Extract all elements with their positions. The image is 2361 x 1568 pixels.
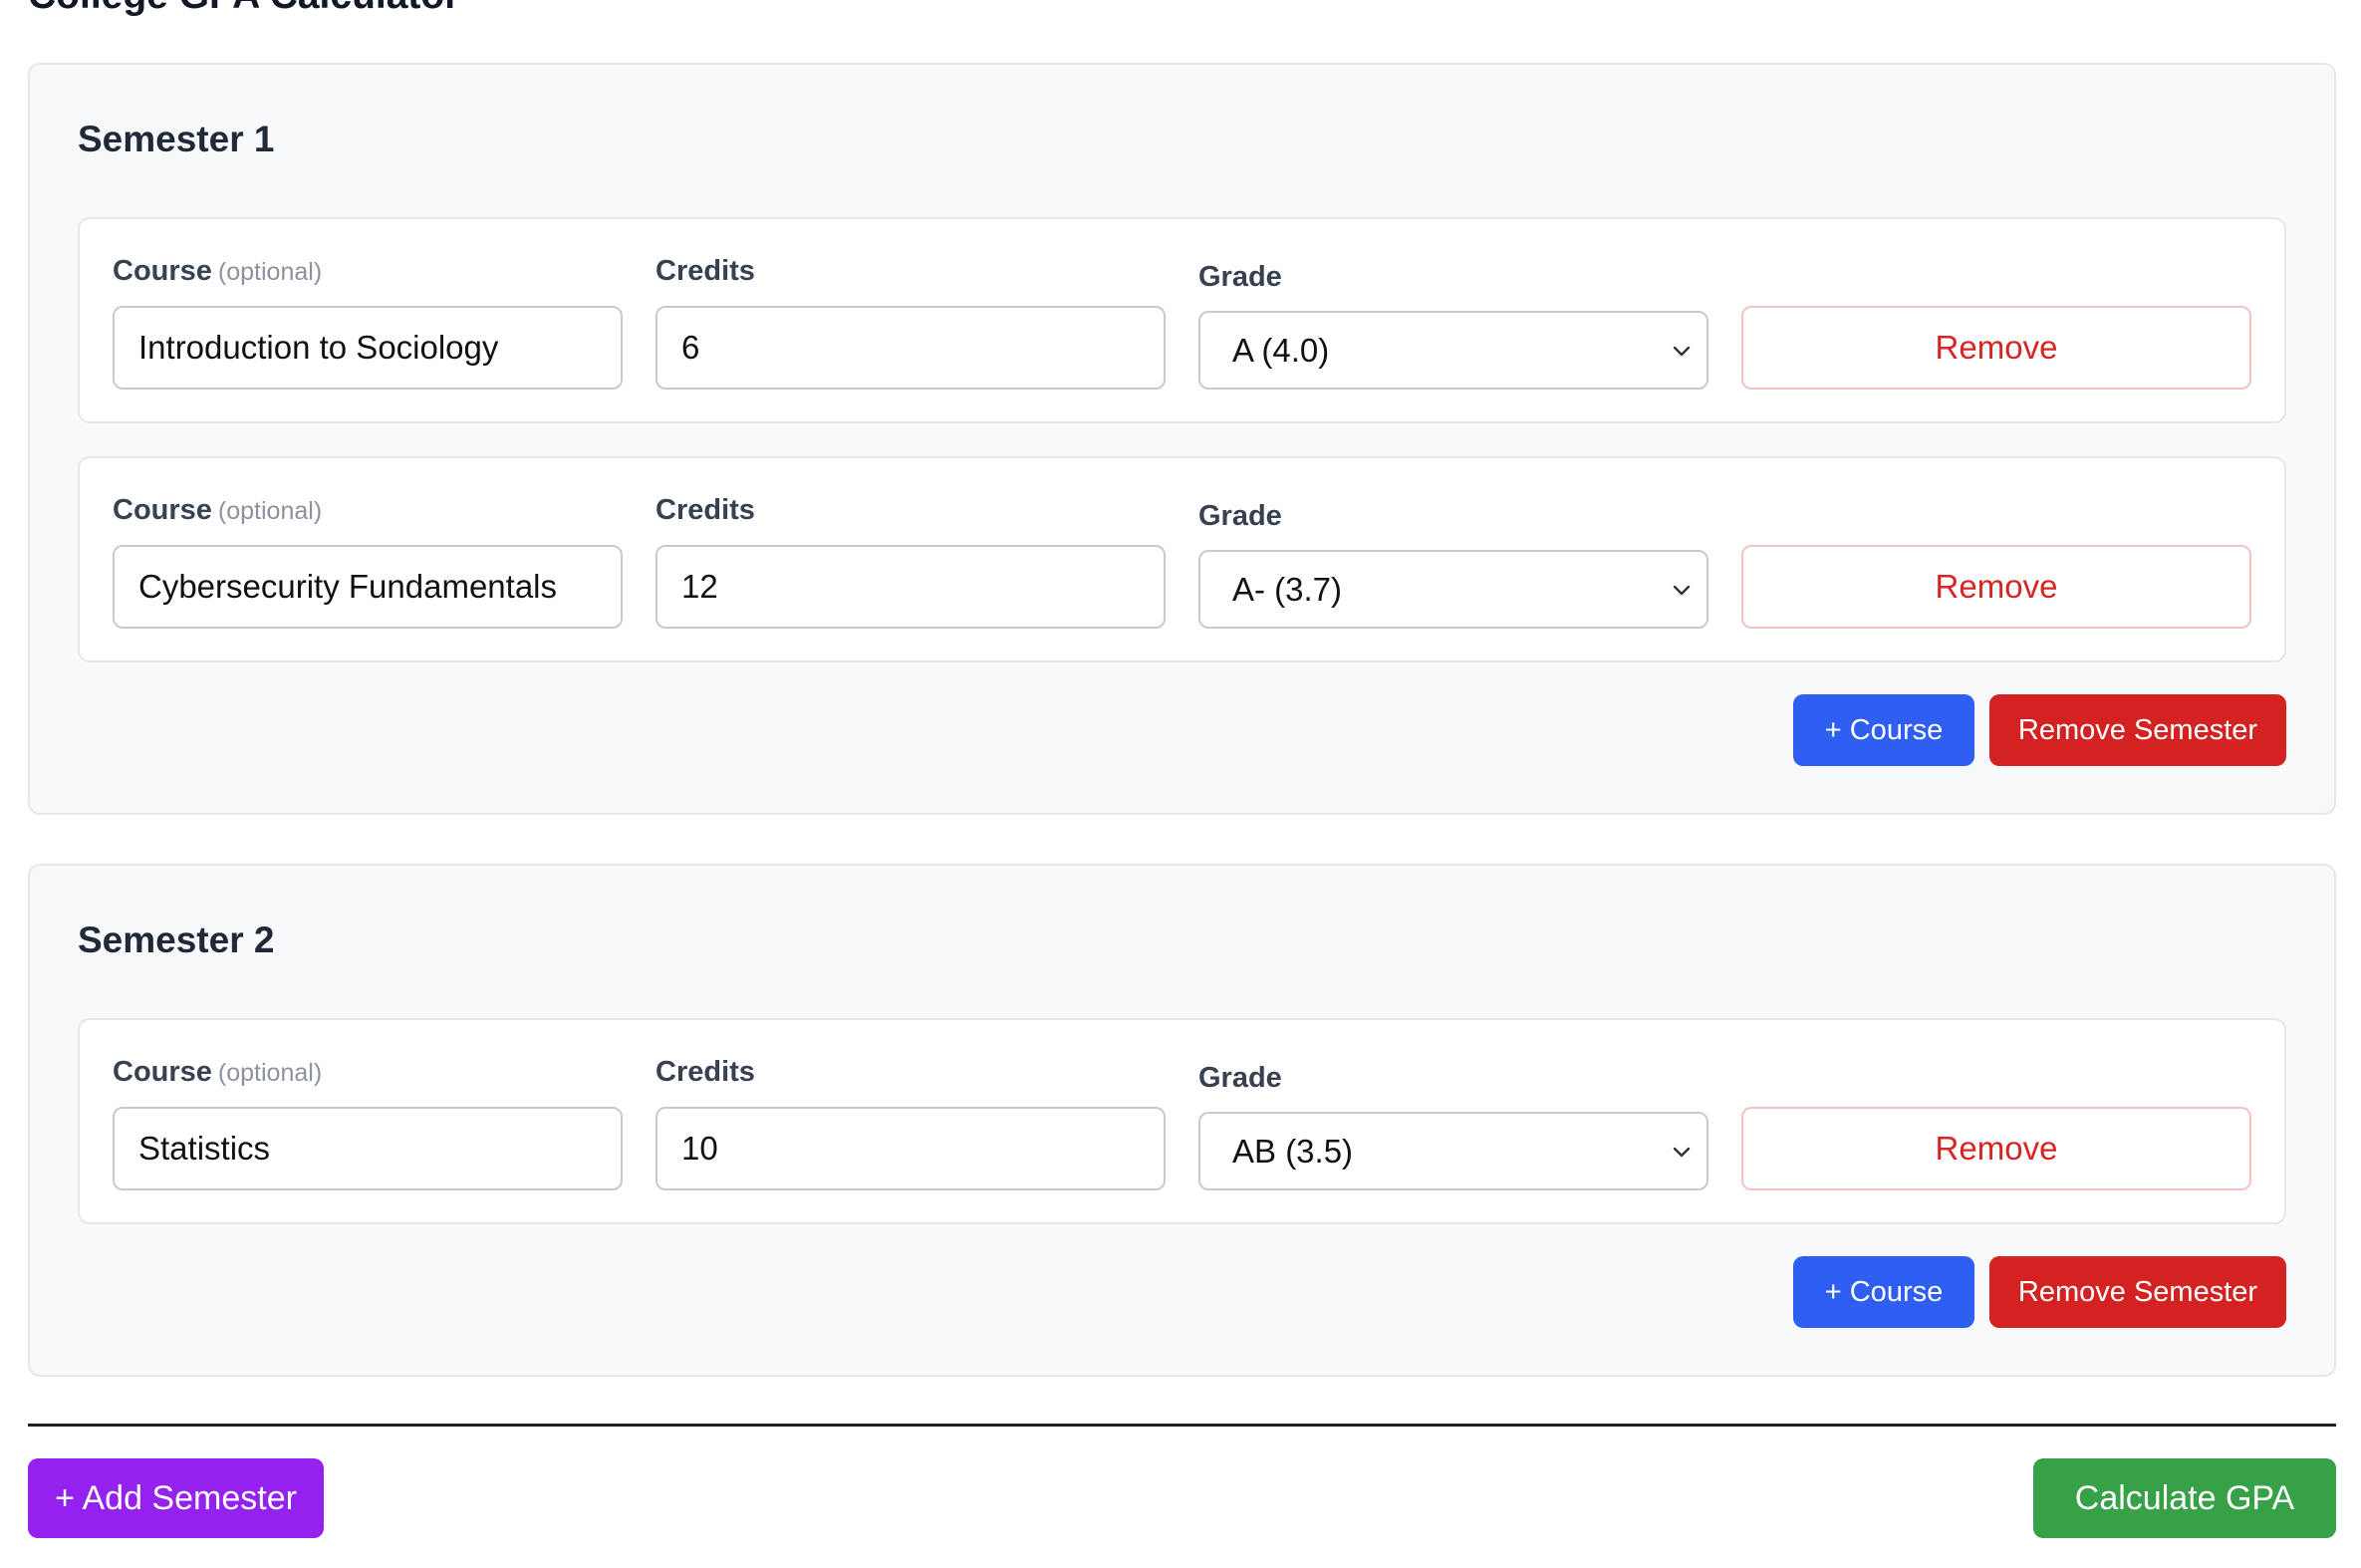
add-course-button[interactable]: + Course (1793, 1256, 1974, 1328)
remove-course-button[interactable]: Remove (1741, 1107, 2251, 1190)
credits-input[interactable] (656, 1107, 1166, 1190)
calculate-gpa-button[interactable]: Calculate GPA (2033, 1458, 2336, 1538)
semester-card-2: Semester 2 Course(optional) Credits Grad… (28, 864, 2336, 1377)
optional-hint: (optional) (217, 497, 323, 525)
remove-course-button[interactable]: Remove (1741, 545, 2251, 629)
course-label-text: Course (113, 494, 212, 526)
credits-label: Credits (656, 1056, 755, 1088)
semester-title: Semester 2 (78, 919, 275, 960)
optional-hint: (optional) (217, 1059, 323, 1087)
course-label-text: Course (113, 1056, 212, 1088)
credits-label: Credits (656, 255, 755, 287)
grade-selected-value: AB (3.5) (1232, 1132, 1354, 1170)
course-name-input[interactable] (113, 545, 623, 629)
grade-select[interactable]: AB (3.5) (1198, 1112, 1708, 1190)
chevron-down-icon (1673, 1147, 1691, 1157)
grade-label: Grade (1198, 261, 1282, 293)
course-row: Course(optional) Credits Grade A- (3.7) … (78, 456, 2286, 662)
semester-title: Semester 1 (78, 119, 275, 159)
remove-semester-button[interactable]: Remove Semester (1989, 694, 2286, 766)
grade-selected-value: A- (3.7) (1232, 570, 1343, 608)
course-label: Course (optional) (113, 255, 322, 288)
gpa-calculator-page: College GPA Calculator Semester 1 Course… (0, 0, 2361, 1568)
credits-input[interactable] (656, 545, 1166, 629)
semester-card-1: Semester 1 Course(optional) Credits Grad… (28, 63, 2336, 815)
course-label: Course (optional) (113, 1056, 322, 1089)
optional-hint: (optional) (217, 258, 323, 286)
course-label: Course (optional) (113, 494, 322, 527)
credits-label: Credits (656, 494, 755, 526)
grade-label: Grade (1198, 1062, 1282, 1094)
course-label-text: Course (113, 255, 212, 287)
course-row: Course(optional) Credits Grade A (4.0) R… (78, 217, 2286, 423)
add-semester-button[interactable]: + Add Semester (28, 1458, 324, 1538)
course-name-input[interactable] (113, 1107, 623, 1190)
course-row: Course(optional) Credits Grade AB (3.5) … (78, 1018, 2286, 1224)
remove-course-button[interactable]: Remove (1741, 306, 2251, 390)
add-course-button[interactable]: + Course (1793, 694, 1974, 766)
credits-input[interactable] (656, 306, 1166, 390)
course-name-input[interactable] (113, 306, 623, 390)
chevron-down-icon (1673, 585, 1691, 595)
grade-label: Grade (1198, 500, 1282, 532)
grade-selected-value: A (4.0) (1232, 331, 1330, 369)
footer-divider (28, 1424, 2336, 1427)
page-title: College GPA Calculator (28, 0, 459, 18)
grade-select[interactable]: A (4.0) (1198, 311, 1708, 390)
remove-semester-button[interactable]: Remove Semester (1989, 1256, 2286, 1328)
grade-select[interactable]: A- (3.7) (1198, 550, 1708, 629)
chevron-down-icon (1673, 346, 1691, 356)
